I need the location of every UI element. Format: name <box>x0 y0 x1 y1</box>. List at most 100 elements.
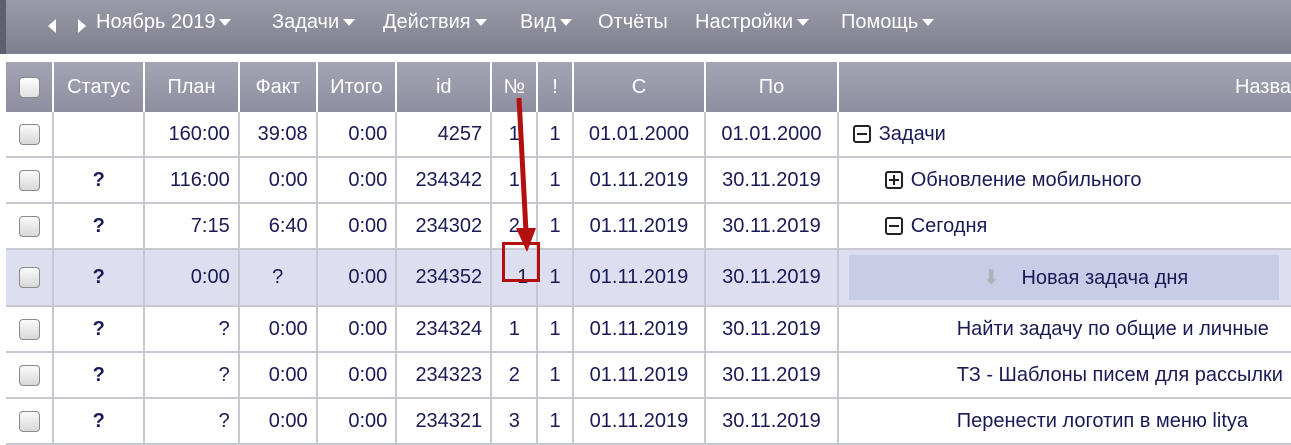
row-checkbox[interactable] <box>18 169 40 191</box>
from-cell: 01.11.2019 <box>572 249 707 307</box>
menu-tasks[interactable]: Задачи <box>272 11 356 34</box>
row-select-cell[interactable] <box>6 249 55 307</box>
fact-cell: 6:40 <box>238 203 318 250</box>
row-select-cell[interactable] <box>6 306 55 353</box>
col-plan[interactable]: План <box>144 62 240 112</box>
menu-settings[interactable]: Настройки <box>695 11 810 34</box>
number-cell: 2 <box>491 352 539 399</box>
menu-view-label: Вид <box>520 11 557 33</box>
row-select-cell[interactable] <box>6 398 55 445</box>
status-cell: ? <box>53 249 146 307</box>
prev-month-icon[interactable] <box>48 19 56 33</box>
row-select-cell[interactable] <box>6 352 55 399</box>
menu-help-label: Помощь <box>841 11 919 33</box>
collapse-icon[interactable] <box>852 125 871 144</box>
row-checkbox[interactable] <box>18 215 40 237</box>
task-name: Сегодня <box>910 214 988 237</box>
from-cell: 01.11.2019 <box>572 306 707 353</box>
to-cell: 30.11.2019 <box>705 306 839 353</box>
select-all-checkbox[interactable] <box>18 76 40 98</box>
row-select-cell[interactable] <box>6 203 55 250</box>
id-cell: 234352 <box>396 249 493 307</box>
plan-cell: 160:00 <box>144 112 240 158</box>
row-select-cell[interactable] <box>6 157 55 204</box>
col-priority[interactable]: ! <box>537 62 574 112</box>
col-from[interactable]: С <box>572 62 707 112</box>
total-cell: 0:00 <box>316 249 398 307</box>
number-cell: 1 <box>491 306 539 353</box>
total-cell: 0:00 <box>316 306 398 353</box>
table-row[interactable]: ? 7:15 6:40 0:00 234302 2 1 01.11.2019 3… <box>6 203 1291 250</box>
name-cell[interactable]: Сегодня <box>837 203 1291 250</box>
name-cell[interactable]: Найти задачу по общие и личные <box>837 306 1291 353</box>
col-total[interactable]: Итого <box>316 62 398 112</box>
col-number[interactable]: № <box>491 62 539 112</box>
from-cell: 01.11.2019 <box>572 203 707 250</box>
from-cell: 01.11.2019 <box>572 398 707 445</box>
table-row[interactable]: ? ? 0:00 0:00 234323 2 1 01.11.2019 30.1… <box>6 352 1291 399</box>
table-row[interactable]: ? ? 0:00 0:00 234324 1 1 01.11.2019 30.1… <box>6 306 1291 353</box>
number-cell: 3 <box>491 398 539 445</box>
priority-cell: 1 <box>537 112 574 158</box>
row-checkbox[interactable] <box>18 123 40 145</box>
table-row-selected[interactable]: ? 0:00 ? 0:00 234352 1 1 01.11.2019 30.1… <box>6 249 1291 307</box>
status-cell: ? <box>53 157 146 204</box>
menu-settings-label: Настройки <box>695 11 794 33</box>
name-cell[interactable]: ТЗ - Шаблоны писем для рассылки <box>837 352 1291 399</box>
table-row[interactable]: ? 116:00 0:00 0:00 234342 1 1 01.11.2019… <box>6 157 1291 204</box>
row-checkbox[interactable] <box>18 318 40 340</box>
col-status[interactable]: Статус <box>53 62 146 112</box>
priority-cell: 1 <box>537 203 574 250</box>
col-fact[interactable]: Факт <box>238 62 318 112</box>
col-id[interactable]: id <box>396 62 493 112</box>
chevron-down-icon <box>560 19 573 27</box>
month-dropdown[interactable]: Ноябрь 2019 <box>96 11 232 34</box>
total-cell: 0:00 <box>316 157 398 204</box>
to-cell: 30.11.2019 <box>705 398 839 445</box>
col-name[interactable]: Назва <box>837 62 1291 112</box>
collapse-icon[interactable] <box>884 217 903 236</box>
to-cell: 30.11.2019 <box>705 352 839 399</box>
next-month-icon[interactable] <box>78 19 86 33</box>
task-name: Обновление мобильного <box>910 168 1142 191</box>
col-to[interactable]: По <box>705 62 839 112</box>
top-menu-bar: Ноябрь 2019 Задачи Действия Вид Отчёты Н… <box>0 0 1291 54</box>
id-cell: 234323 <box>396 352 493 399</box>
row-checkbox[interactable] <box>18 267 40 289</box>
table-header: Статус План Факт Итого id № ! С По Назва <box>6 62 1291 112</box>
plan-cell: 116:00 <box>144 157 240 204</box>
row-select-cell[interactable] <box>6 112 55 158</box>
drag-item[interactable]: ⬇ Новая задача дня <box>848 255 1279 300</box>
row-checkbox[interactable] <box>18 410 40 432</box>
table-row[interactable]: ? ? 0:00 0:00 234321 3 1 01.11.2019 30.1… <box>6 398 1291 445</box>
status-cell: ? <box>53 352 146 399</box>
fact-cell: 0:00 <box>238 306 318 353</box>
menu-help[interactable]: Помощь <box>841 11 935 34</box>
arrow-down-icon: ⬇ <box>982 267 1000 289</box>
name-cell[interactable]: Задачи <box>837 112 1291 158</box>
to-cell: 01.01.2000 <box>705 112 839 158</box>
menu-reports[interactable]: Отчёты <box>598 11 668 34</box>
priority-cell: 1 <box>537 249 574 307</box>
plan-cell: ? <box>144 306 240 353</box>
to-cell: 30.11.2019 <box>705 157 839 204</box>
select-all-header[interactable] <box>6 62 55 112</box>
priority-cell: 1 <box>537 352 574 399</box>
name-cell[interactable]: Обновление мобильного <box>837 157 1291 204</box>
chevron-down-icon <box>922 19 935 27</box>
menu-actions[interactable]: Действия <box>383 11 487 34</box>
fact-cell: 0:00 <box>238 157 318 204</box>
total-cell: 0:00 <box>316 398 398 445</box>
expand-icon[interactable] <box>884 171 903 190</box>
chevron-down-icon <box>343 19 356 27</box>
name-cell[interactable]: ⬇ Новая задача дня <box>837 249 1291 307</box>
name-cell[interactable]: Перенести логотип в меню litya <box>837 398 1291 445</box>
to-cell: 30.11.2019 <box>705 203 839 250</box>
number-cell: 1 <box>491 157 539 204</box>
menu-view[interactable]: Вид <box>520 11 573 34</box>
plan-cell: ? <box>144 352 240 399</box>
table-row[interactable]: 160:00 39:08 0:00 4257 1 1 01.01.2000 01… <box>6 112 1291 158</box>
month-label: Ноябрь 2019 <box>96 11 216 33</box>
menu-tasks-label: Задачи <box>272 11 340 33</box>
row-checkbox[interactable] <box>18 364 40 386</box>
